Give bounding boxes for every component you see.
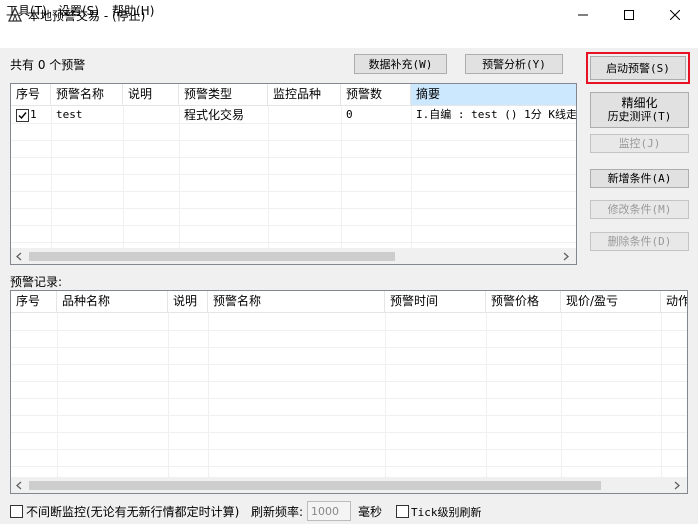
edit-condition-button[interactable]: 修改条件(M) — [590, 200, 689, 219]
close-button[interactable] — [652, 0, 698, 30]
checkmark-icon — [18, 112, 27, 120]
menu-tools[interactable]: 工具(T) — [6, 2, 47, 19]
close-icon — [670, 10, 680, 20]
menu-help[interactable]: 帮助(H) — [112, 2, 154, 19]
grid-line — [661, 313, 662, 477]
column-header-note[interactable]: 说明 — [168, 291, 208, 313]
grid-line — [57, 313, 58, 477]
grid-line — [11, 381, 687, 382]
records-hscroll-thumb[interactable] — [29, 481, 601, 490]
menu-bar — [0, 30, 698, 48]
alerts-hscroll-thumb[interactable] — [29, 252, 395, 261]
tick-refresh-checkbox[interactable] — [396, 505, 409, 518]
column-header-alert-time[interactable]: 预警时间 — [385, 291, 486, 313]
scroll-right-icon[interactable] — [673, 481, 681, 490]
grid-line — [11, 466, 687, 467]
grid-line — [341, 106, 342, 248]
column-header-type[interactable]: 预警类型 — [179, 84, 268, 106]
alert-analysis-button[interactable]: 预警分析(Y) — [465, 54, 563, 74]
grid-line — [268, 106, 269, 248]
grid-line — [11, 242, 576, 243]
grid-line — [11, 123, 576, 124]
tick-refresh-label: Tick级别刷新 — [411, 506, 482, 519]
start-alert-button[interactable]: 启动预警(S) — [590, 56, 686, 80]
grid-line — [179, 106, 180, 248]
alerts-hscrollbar[interactable] — [11, 248, 576, 264]
grid-line — [11, 330, 687, 331]
grid-line — [168, 313, 169, 477]
menu-settings[interactable]: 设置(S) — [58, 2, 99, 19]
continuous-monitor-checkbox[interactable] — [10, 505, 23, 518]
continuous-monitor-label: 不间断监控(无论有无新行情都定时计算) — [26, 505, 240, 519]
grid-line — [11, 140, 576, 141]
records-table[interactable]: 序号 品种名称 说明 预警名称 预警时间 预警价格 现价/盈亏 动作 — [10, 290, 688, 494]
grid-line — [11, 191, 576, 192]
column-header-note[interactable]: 说明 — [123, 84, 179, 106]
grid-line — [385, 313, 386, 477]
cell-type: 程式化交易 — [184, 108, 245, 122]
records-hscrollbar[interactable] — [11, 477, 687, 493]
cell-count: 0 — [346, 108, 353, 121]
grid-line — [561, 313, 562, 477]
column-header-action[interactable]: 动作 — [661, 291, 687, 313]
cell-symbol — [268, 107, 341, 123]
minimize-icon — [578, 14, 588, 16]
refresh-rate-unit: 毫秒 — [358, 505, 383, 519]
column-header-index[interactable]: 序号 — [11, 84, 51, 106]
alert-count-label: 共有 0 个预警 — [10, 58, 86, 72]
column-header-index[interactable]: 序号 — [11, 291, 57, 313]
grid-line — [11, 174, 576, 175]
grid-line — [51, 106, 52, 248]
refine-backtest-line1: 精细化 — [621, 96, 658, 110]
column-header-count[interactable]: 预警数 — [341, 84, 411, 106]
minimize-button[interactable] — [560, 0, 606, 30]
column-header-alert-name[interactable]: 预警名称 — [208, 291, 385, 313]
alert-records-label: 预警记录: — [10, 275, 63, 289]
grid-line — [11, 208, 576, 209]
grid-line — [411, 106, 412, 248]
delete-condition-button[interactable]: 删除条件(D) — [590, 232, 689, 251]
column-header-price-pnl[interactable]: 现价/盈亏 — [561, 291, 661, 313]
monitor-button[interactable]: 监控(J) — [590, 134, 689, 153]
grid-line — [11, 449, 687, 450]
cell-name: test — [56, 108, 83, 121]
alerts-table[interactable]: 序号 预警名称 说明 预警类型 监控品种 预警数 摘要 1 test 程式化交易… — [10, 83, 577, 265]
grid-line — [11, 398, 687, 399]
grid-line — [11, 432, 687, 433]
cell-summary: I.自编 : test () 1分 K线走势 — [416, 108, 577, 121]
refresh-rate-input[interactable] — [307, 501, 351, 521]
scroll-right-icon[interactable] — [562, 252, 570, 261]
maximize-icon — [624, 10, 634, 20]
cell-note — [123, 107, 179, 123]
scroll-left-icon[interactable] — [15, 252, 23, 261]
maximize-button[interactable] — [606, 0, 652, 30]
grid-line — [11, 157, 576, 158]
grid-line — [11, 415, 687, 416]
grid-line — [11, 347, 687, 348]
add-condition-button[interactable]: 新增条件(A) — [590, 169, 689, 188]
grid-line — [486, 313, 487, 477]
grid-line — [208, 313, 209, 477]
column-header-alert-price[interactable]: 预警价格 — [486, 291, 561, 313]
refresh-rate-label: 刷新频率: — [251, 505, 304, 519]
refine-backtest-line2: 历史测评(T) — [607, 110, 672, 123]
scroll-left-icon[interactable] — [15, 481, 23, 490]
grid-line — [11, 225, 576, 226]
grid-line — [123, 106, 124, 248]
column-header-symbol[interactable]: 监控品种 — [268, 84, 341, 106]
column-header-name[interactable]: 预警名称 — [51, 84, 123, 106]
data-fill-button[interactable]: 数据补充(W) — [354, 54, 447, 74]
column-header-symbol-name[interactable]: 品种名称 — [57, 291, 168, 313]
column-header-summary[interactable]: 摘要 — [411, 84, 576, 106]
grid-line — [11, 364, 687, 365]
cell-index: 1 — [30, 108, 37, 121]
refine-backtest-button[interactable]: 精细化 历史测评(T) — [590, 92, 689, 128]
